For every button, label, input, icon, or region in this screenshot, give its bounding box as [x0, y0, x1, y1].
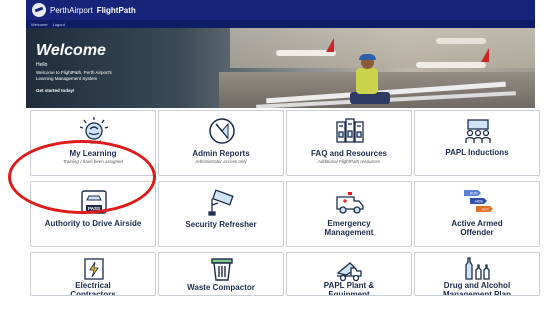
- tile-label: Emergency Management: [324, 219, 374, 237]
- nav-link-logout[interactable]: Logout: [53, 22, 65, 27]
- tile-label: Waste Compactor: [187, 283, 255, 292]
- tile-faq-resources[interactable]: FAQ and Resources Additional FlightPath …: [286, 110, 412, 176]
- tile-papl-plant-equipment[interactable]: PAPL Plant & Equipment: [286, 252, 412, 296]
- tile-label: PAPL Plant & Equipment: [323, 281, 375, 296]
- tile-drug-alcohol-plan[interactable]: Drug and Alcohol Management Plan: [414, 252, 540, 296]
- tile-label: Active Armed Offender: [451, 219, 503, 237]
- hero-greeting: Hello: [36, 62, 48, 68]
- ambulance-icon: [336, 192, 364, 214]
- tile-admin-reports[interactable]: Admin Reports Administrator access only: [158, 110, 284, 176]
- tile-label: PAPL Inductions: [445, 148, 509, 157]
- brand-name[interactable]: PerthAirport: [50, 6, 93, 15]
- hero-sky: [229, 28, 535, 68]
- worker-image: [359, 54, 376, 60]
- tile-security-refresher[interactable]: Security Refresher: [158, 181, 284, 247]
- tile-active-armed-offender[interactable]: RUN HIDE ACT Active Armed Offender: [414, 181, 540, 247]
- tile-papl-inductions[interactable]: PAPL Inductions: [414, 110, 540, 176]
- plane-image: [416, 62, 486, 68]
- tile-label: FAQ and Resources: [310, 149, 388, 158]
- nav-link-welcome[interactable]: Welcome: [31, 22, 48, 27]
- plane-tail-image: [326, 38, 334, 52]
- tile-waste-compactor[interactable]: Waste Compactor: [158, 252, 284, 296]
- hero-cta[interactable]: Get started today!: [36, 88, 75, 93]
- arrow-tag-act: ACT: [482, 208, 490, 212]
- arrow-tag-run: RUN: [470, 192, 478, 196]
- worker-image: [356, 68, 378, 94]
- perth-airport-logo-icon[interactable]: [32, 3, 46, 17]
- arrow-tag-hide: HIDE: [475, 200, 484, 204]
- tile-description: Administrator access only: [195, 159, 247, 164]
- tile-description: Additional FlightPath resources: [317, 159, 381, 164]
- tile-label: Admin Reports: [192, 149, 250, 158]
- tile-label: Security Refresher: [185, 220, 257, 229]
- compass-icon: [209, 118, 235, 144]
- documents-icon: [336, 118, 364, 143]
- top-nav-bar: PerthAirport FlightPath: [26, 0, 535, 20]
- bin-icon: [211, 258, 233, 281]
- red-highlight-circle: [8, 140, 156, 214]
- plane-image: [436, 38, 486, 44]
- tile-electrical-contractors[interactable]: Electrical Contractors: [30, 252, 156, 296]
- hero-title: Welcome: [36, 42, 106, 59]
- hero-subtitle: Welcome to FlightPath, Perth Airport's L…: [36, 70, 112, 81]
- sub-nav-bar: Welcome Logout: [26, 20, 535, 28]
- plane-tail-image: [481, 48, 489, 62]
- arrows-icon: RUN HIDE ACT: [464, 190, 493, 212]
- tile-label: Drug and Alcohol Management Plan: [442, 281, 511, 296]
- hero-banner: [26, 28, 535, 108]
- group-icon: [465, 119, 491, 143]
- app-name[interactable]: FlightPath: [97, 6, 136, 15]
- tile-label: Authority to Drive Airside: [44, 219, 142, 228]
- tile-label: Electrical Contractors: [70, 281, 116, 296]
- cctv-camera-icon: [208, 189, 234, 216]
- tile-emergency-management[interactable]: Emergency Management: [286, 181, 412, 247]
